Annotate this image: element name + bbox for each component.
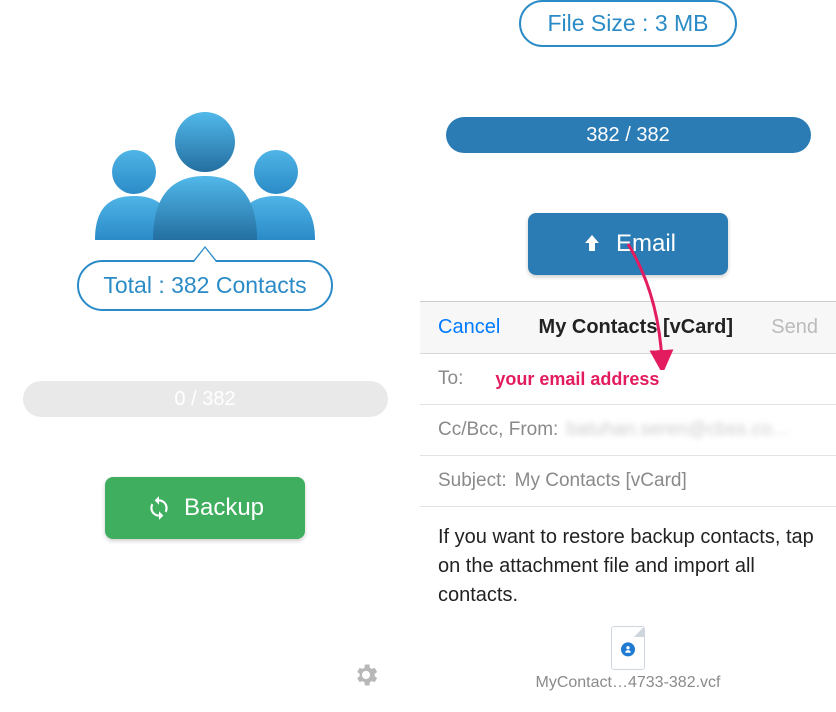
backup-screen: Total : 382 Contacts 0 / 382 Backup [0, 0, 410, 712]
contacts-group-icon [85, 100, 325, 240]
backup-progress-bar: 0 / 382 [23, 381, 388, 417]
ccbcc-value: batuhan.seren@cbss.co… [566, 419, 818, 441]
export-progress-text: 382 / 382 [586, 124, 669, 146]
to-field[interactable]: To: your email address [420, 354, 836, 405]
to-label: To: [438, 368, 463, 390]
ccbcc-field[interactable]: Cc/Bcc, From: batuhan.seren@cbss.co… [420, 405, 836, 456]
to-annotation: your email address [495, 369, 659, 390]
total-contacts-label: Total : 382 Contacts [77, 260, 332, 311]
file-size-badge: File Size : 3 MB [519, 0, 736, 47]
backup-button-label: Backup [184, 494, 264, 522]
compose-sheet: Cancel My Contacts [vCard] Send To: your… [420, 301, 836, 692]
settings-button[interactable] [352, 661, 380, 694]
subject-field[interactable]: Subject: My Contacts [vCard] [420, 456, 836, 507]
compose-title: My Contacts [vCard] [539, 316, 733, 339]
backup-progress-text: 0 / 382 [174, 388, 235, 410]
subject-label: Subject: [438, 470, 507, 492]
compose-body[interactable]: If you want to restore backup contacts, … [420, 507, 836, 616]
refresh-icon [146, 495, 172, 521]
export-progress-bar: 382 / 382 [446, 117, 811, 153]
gear-icon [352, 661, 380, 689]
vcf-file-icon [611, 626, 645, 670]
email-button-label: Email [616, 230, 676, 258]
cancel-button[interactable]: Cancel [438, 316, 500, 339]
person-center-icon [151, 106, 259, 240]
email-button[interactable]: Email [528, 213, 728, 275]
total-contacts-badge: Total : 382 Contacts [0, 260, 410, 311]
compose-header: Cancel My Contacts [vCard] Send [420, 302, 836, 354]
send-button[interactable]: Send [771, 316, 818, 339]
backup-button[interactable]: Backup [105, 477, 305, 539]
subject-value: My Contacts [vCard] [515, 470, 687, 492]
attachment[interactable]: MyContact…4733-382.vcf [420, 616, 836, 692]
attachment-name: MyContact…4733-382.vcf [438, 674, 818, 692]
ccbcc-label: Cc/Bcc, From: [438, 419, 558, 441]
upload-icon [580, 232, 604, 256]
email-screen: File Size : 3 MB 382 / 382 Email Cancel … [420, 0, 836, 712]
